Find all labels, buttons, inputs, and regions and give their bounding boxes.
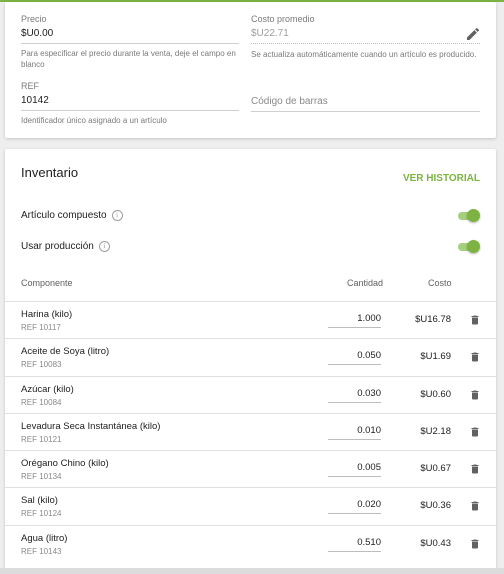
component-cost: $U0.36 xyxy=(420,500,451,512)
price-hint: Para especificar el precio durante la ve… xyxy=(21,49,236,69)
delete-trash-icon[interactable] xyxy=(469,350,481,364)
inventory-title: Inventario xyxy=(21,165,79,180)
component-cost: $U0.43 xyxy=(420,537,451,549)
ref-label: REF xyxy=(21,81,39,91)
avg-cost-value: $U22.71 xyxy=(251,28,289,39)
price-field[interactable]: Precio $U0.00 Para especificar el precio… xyxy=(21,14,239,70)
component-ref: REF 10083 xyxy=(21,360,62,370)
quantity-input[interactable]: 0.010 xyxy=(328,425,381,440)
component-ref: REF 10121 xyxy=(21,434,62,444)
component-name: Levadura Seca Instantánea (kilo) xyxy=(21,420,161,432)
delete-trash-icon[interactable] xyxy=(469,462,481,476)
barcode-input[interactable]: Código de barras xyxy=(251,96,480,110)
table-row: Azúcar (kilo) REF 10084 0.030 $U0.60 xyxy=(5,375,496,413)
ref-underline xyxy=(21,110,239,111)
table-row: Levadura Seca Instantánea (kilo) REF 1012… xyxy=(5,412,496,450)
component-cost: $U1.69 xyxy=(420,351,451,363)
avg-cost-hint: Se actualiza automáticamente cuando un a… xyxy=(251,50,477,59)
quantity-input[interactable]: 0.050 xyxy=(328,350,381,366)
ref-field[interactable]: REF 10142 Identificador único asignado a… xyxy=(21,81,239,126)
quantity-input[interactable]: 1.000 xyxy=(328,313,381,328)
delete-trash-icon[interactable] xyxy=(469,425,481,439)
delete-trash-icon[interactable] xyxy=(469,499,481,513)
info-icon[interactable]: i xyxy=(98,241,110,252)
delete-trash-icon[interactable] xyxy=(469,388,481,402)
use-production-row: Usar producción i xyxy=(21,241,110,252)
component-name: Harina (kilo) xyxy=(21,309,73,320)
info-icon[interactable]: i xyxy=(111,210,123,221)
component-ref: REF 10134 xyxy=(21,472,62,482)
quantity-input[interactable]: 0.005 xyxy=(328,462,381,478)
bottom-scroll-strip xyxy=(0,568,504,574)
component-cost: $U2.18 xyxy=(420,425,451,437)
table-row: Aceite de Soya (litro) REF 10083 0.050 $U1.… xyxy=(5,338,496,375)
table-row: Agua (litro) REF 10143 0.510 $U0.43 xyxy=(5,524,496,562)
view-history-link[interactable]: VER HISTORIAL xyxy=(403,173,480,184)
component-name: Aceite de Soya (litro) xyxy=(21,346,110,358)
inventory-card: Inventario VER HISTORIAL Artículo compue… xyxy=(5,149,496,574)
avg-cost-label: Costo promedio xyxy=(251,14,315,24)
component-name: Sal (kilo) xyxy=(21,495,58,507)
toggle-knob xyxy=(467,240,480,253)
table-row: Harina (kilo) REF 10117 1.000 $U16.78 xyxy=(5,301,496,338)
column-component: Componente xyxy=(21,278,73,288)
barcode-field[interactable]: Código de barras xyxy=(251,96,480,112)
avg-cost-underline xyxy=(251,43,480,45)
component-cost: $U0.67 xyxy=(420,463,451,475)
component-ref: REF 10124 xyxy=(21,509,62,519)
composite-item-row: Artículo compuesto i xyxy=(21,210,123,221)
table-row: Sal (kilo) REF 10124 0.020 $U0.36 xyxy=(5,487,496,524)
barcode-underline xyxy=(251,111,480,112)
component-ref: REF 10084 xyxy=(21,397,62,407)
delete-trash-icon[interactable] xyxy=(469,537,481,551)
column-cost: Costo xyxy=(428,278,452,288)
quantity-input[interactable]: 0.030 xyxy=(328,388,381,403)
table-row: Orégano Chino (kilo) REF 10134 0.005 $U0.67 xyxy=(5,450,496,487)
component-name: Orégano Chino (kilo) xyxy=(21,458,109,470)
component-cost: $U0.60 xyxy=(420,388,451,400)
components-table-header: Componente Cantidad Costo xyxy=(5,274,496,301)
price-input[interactable]: $U0.00 xyxy=(21,28,239,42)
pricing-card: Precio $U0.00 Para especificar el precio… xyxy=(5,2,496,138)
quantity-input[interactable]: 0.020 xyxy=(328,499,381,515)
component-ref: REF 10117 xyxy=(21,323,61,332)
use-production-toggle[interactable] xyxy=(458,240,480,254)
column-quantity: Cantidad xyxy=(347,278,384,288)
components-table-body: Harina (kilo) REF 10117 1.000 $U16.78 Aceite… xyxy=(5,301,496,562)
ref-input[interactable]: 10142 xyxy=(21,95,239,109)
avg-cost-field: Costo promedio $U22.71 Se actualiza auto… xyxy=(251,14,480,60)
use-production-label: Usar producción xyxy=(21,241,94,252)
toggle-knob xyxy=(467,209,480,222)
component-ref: REF 10143 xyxy=(21,546,62,556)
component-name: Azúcar (kilo) xyxy=(21,383,74,395)
composite-item-label: Artículo compuesto xyxy=(21,210,107,221)
component-cost: $U16.78 xyxy=(415,314,451,325)
price-label: Precio xyxy=(21,14,47,24)
quantity-input[interactable]: 0.510 xyxy=(328,537,381,552)
component-name: Agua (litro) xyxy=(21,532,68,544)
composite-item-toggle[interactable] xyxy=(458,209,480,223)
delete-trash-icon[interactable] xyxy=(469,313,481,327)
ref-hint: Identificador único asignado a un artícu… xyxy=(21,116,167,125)
price-underline xyxy=(21,43,239,44)
edit-pencil-icon[interactable] xyxy=(465,26,481,42)
